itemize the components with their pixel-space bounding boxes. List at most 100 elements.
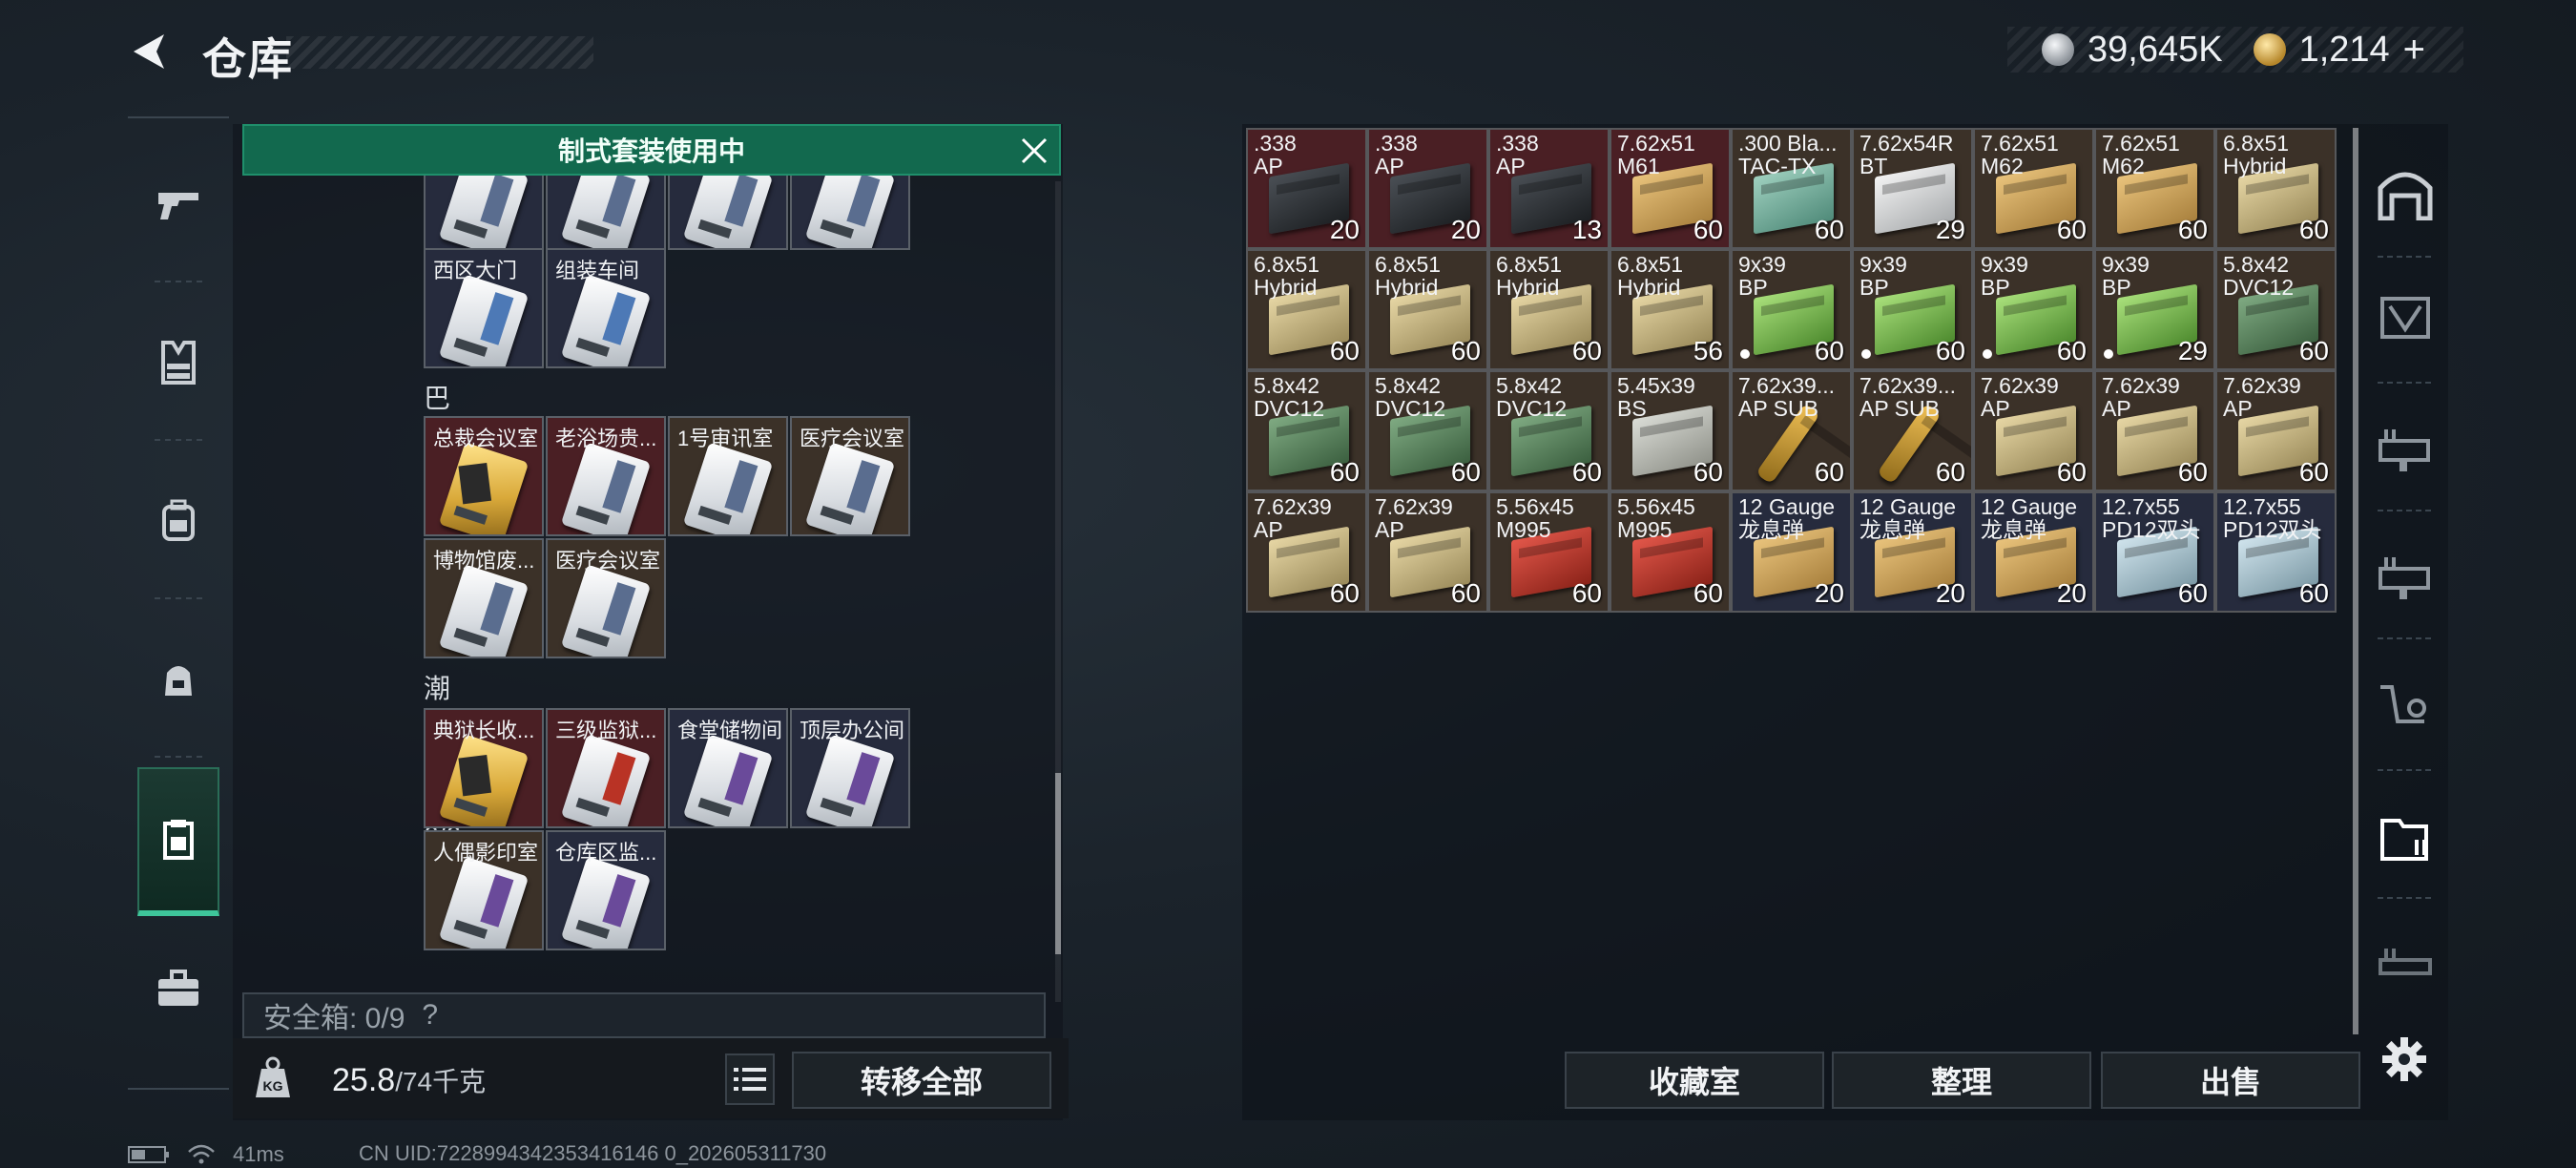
ammo-slot[interactable]: 6.8x51 Hybrid 56 (1610, 249, 1731, 370)
keycard-label: 医疗会议室 (800, 427, 905, 450)
ammo-slot[interactable]: 7.62x39 AP 60 (2094, 370, 2215, 491)
ammo-quantity: 20 (1935, 578, 1965, 608)
stash-scrollbar[interactable] (2353, 128, 2358, 1034)
ammo-slot[interactable]: 5.8x42 DVC12 60 (1246, 370, 1367, 491)
tab-misc[interactable] (2372, 931, 2439, 998)
ammo-slot[interactable]: 7.62x51 M62 60 (1973, 128, 2094, 249)
tab-ammo[interactable] (2372, 284, 2439, 351)
ammo-slot[interactable]: 5.45x39 BS 60 (1610, 370, 1731, 491)
sidebar-item-pouch[interactable] (137, 622, 219, 737)
ammo-name: 9x39 BP (2102, 253, 2150, 299)
marker-dot-icon (1740, 349, 1750, 359)
sidebar-item-weapons[interactable] (137, 147, 219, 261)
safe-box-row[interactable]: 安全箱: 0/9 ? (242, 992, 1046, 1038)
keycard-slot[interactable]: 医疗会议室 (790, 416, 910, 536)
keycard-slot[interactable] (424, 172, 544, 250)
ammo-slot[interactable]: 12.7x55 PD12双头 60 (2094, 491, 2215, 613)
sidebar-item-briefcase[interactable] (137, 931, 219, 1046)
transfer-all-button[interactable]: 转移全部 (792, 1052, 1051, 1109)
ammo-name: 5.8x42 DVC12 (1496, 374, 1568, 420)
sidebar-item-vest[interactable] (137, 305, 219, 420)
ammo-quantity: 60 (1935, 457, 1965, 487)
keycard-slot[interactable]: 医疗会议室 (546, 538, 666, 658)
marker-dot-icon (1861, 349, 1871, 359)
sidebar-item-keycard-case[interactable] (137, 767, 219, 916)
keycard-slot[interactable]: 人偶影印室 (424, 830, 544, 950)
ammo-slot[interactable]: .338 AP 13 (1488, 128, 1610, 249)
close-banner-button[interactable] (1015, 132, 1053, 170)
list-view-button[interactable] (725, 1053, 775, 1105)
sidebar-item-backpack[interactable] (137, 464, 219, 578)
keycard-slot[interactable]: 总裁会议室 (424, 416, 544, 536)
ammo-slot[interactable]: .338 AP 20 (1246, 128, 1367, 249)
ammo-slot[interactable]: 6.8x51 Hybrid 60 (1488, 249, 1610, 370)
keycard-slot[interactable] (546, 172, 666, 250)
ammo-name: 12 Gauge 龙息弹 (1859, 495, 1957, 541)
keycard-slot[interactable]: 三级监狱... (546, 708, 666, 828)
chevron-left-icon (134, 34, 164, 69)
ammo-name: 9x39 BP (1981, 253, 2028, 299)
ammo-slot[interactable]: 12.7x55 PD12双头 60 (2215, 491, 2337, 613)
ammo-slot[interactable]: 9x39 BP 29 (2094, 249, 2215, 370)
ammo-slot[interactable]: 12 Gauge 龙息弹 20 (1973, 491, 2094, 613)
keycard-slot[interactable] (668, 172, 788, 250)
ammo-slot[interactable]: 6.8x51 Hybrid 60 (1367, 249, 1488, 370)
tab-stash[interactable] (2372, 160, 2439, 227)
misc-tab-icon (2379, 949, 2432, 975)
ammo-slot[interactable]: 7.62x39 AP 60 (1246, 491, 1367, 613)
keycard-slot[interactable]: 典狱长收... (424, 708, 544, 828)
collection-room-button[interactable]: 收藏室 (1565, 1052, 1824, 1109)
tab-equipment[interactable] (2372, 674, 2439, 740)
ammo-slot[interactable]: 9x39 BP 60 (1731, 249, 1852, 370)
ammo-slot[interactable]: .338 AP 20 (1367, 128, 1488, 249)
help-icon[interactable]: ? (422, 999, 438, 1032)
ammo-slot[interactable]: 9x39 BP 60 (1973, 249, 2094, 370)
ammo-slot[interactable]: 6.8x51 Hybrid 60 (2215, 128, 2337, 249)
ammo-slot[interactable]: 5.56x45 M995 60 (1488, 491, 1610, 613)
keycard-slot[interactable]: 博物馆废... (424, 538, 544, 658)
weight-readout: 25.8/74千克 (332, 1061, 486, 1099)
keycard-slot[interactable]: 老浴场贵... (546, 416, 666, 536)
keycard-slot[interactable]: 食堂储物间 (668, 708, 788, 828)
ammo-slot[interactable]: 7.62x39 AP 60 (1367, 491, 1488, 613)
ammo-quantity: 20 (1450, 215, 1481, 244)
tab-weapon-1[interactable] (2372, 416, 2439, 483)
ammo-slot[interactable]: 7.62x51 M61 60 (1610, 128, 1731, 249)
keycard-label: 仓库区监... (555, 841, 657, 865)
ammo-slot[interactable]: 5.56x45 M995 60 (1610, 491, 1731, 613)
ammo-slot[interactable]: 12 Gauge 龙息弹 20 (1852, 491, 1973, 613)
scrollbar-thumb[interactable] (1055, 773, 1061, 954)
ammo-slot[interactable]: 6.8x51 Hybrid 60 (1246, 249, 1367, 370)
ammo-slot[interactable]: 7.62x39... AP SUB 60 (1731, 370, 1852, 491)
ammo-quantity: 20 (1814, 578, 1844, 608)
ammo-slot[interactable]: 5.8x42 DVC12 60 (1367, 370, 1488, 491)
ammo-slot[interactable]: 7.62x39 AP 60 (2215, 370, 2337, 491)
ammo-slot[interactable]: 9x39 BP 60 (1852, 249, 1973, 370)
ammo-slot[interactable]: 12 Gauge 龙息弹 20 (1731, 491, 1852, 613)
tab-weapon-2[interactable] (2372, 544, 2439, 611)
keycard-slot[interactable]: 顶层办公间 (790, 708, 910, 828)
keycard-slot[interactable]: 1号审讯室 (668, 416, 788, 536)
ammo-slot[interactable]: 5.8x42 DVC12 60 (2215, 249, 2337, 370)
ammo-slot[interactable]: 7.62x39... AP SUB 60 (1852, 370, 1973, 491)
ammo-slot[interactable]: 7.62x54R BT 29 (1852, 128, 1973, 249)
ammo-slot[interactable]: .300 Bla... TAC-TX 60 (1731, 128, 1852, 249)
ammo-quantity: 60 (1571, 457, 1602, 487)
keycard-slot[interactable]: 组装车间 (546, 248, 666, 368)
settings-button[interactable] (2376, 1031, 2433, 1088)
ammo-name: 7.62x39 AP (1375, 495, 1453, 541)
ammo-slot[interactable]: 5.8x42 DVC12 60 (1488, 370, 1610, 491)
keycard-slot[interactable]: 西区大门 (424, 248, 544, 368)
ammo-name: .338 AP (1496, 132, 1539, 177)
ammo-slot[interactable]: 7.62x39 AP 60 (1973, 370, 2094, 491)
tab-keys[interactable] (2372, 803, 2439, 870)
keycard-slot[interactable]: 仓库区监... (546, 830, 666, 950)
ammo-slot[interactable]: 7.62x51 M62 60 (2094, 128, 2215, 249)
add-currency-button[interactable]: + (2403, 29, 2425, 72)
user-uid: CN UID:7228994342353416146 0_20260531173… (359, 1141, 827, 1165)
backpack-icon (162, 499, 195, 541)
organize-button[interactable]: 整理 (1832, 1052, 2091, 1109)
sell-button[interactable]: 出售 (2101, 1052, 2360, 1109)
keycard-slot[interactable] (790, 172, 910, 250)
back-button[interactable] (126, 29, 172, 74)
